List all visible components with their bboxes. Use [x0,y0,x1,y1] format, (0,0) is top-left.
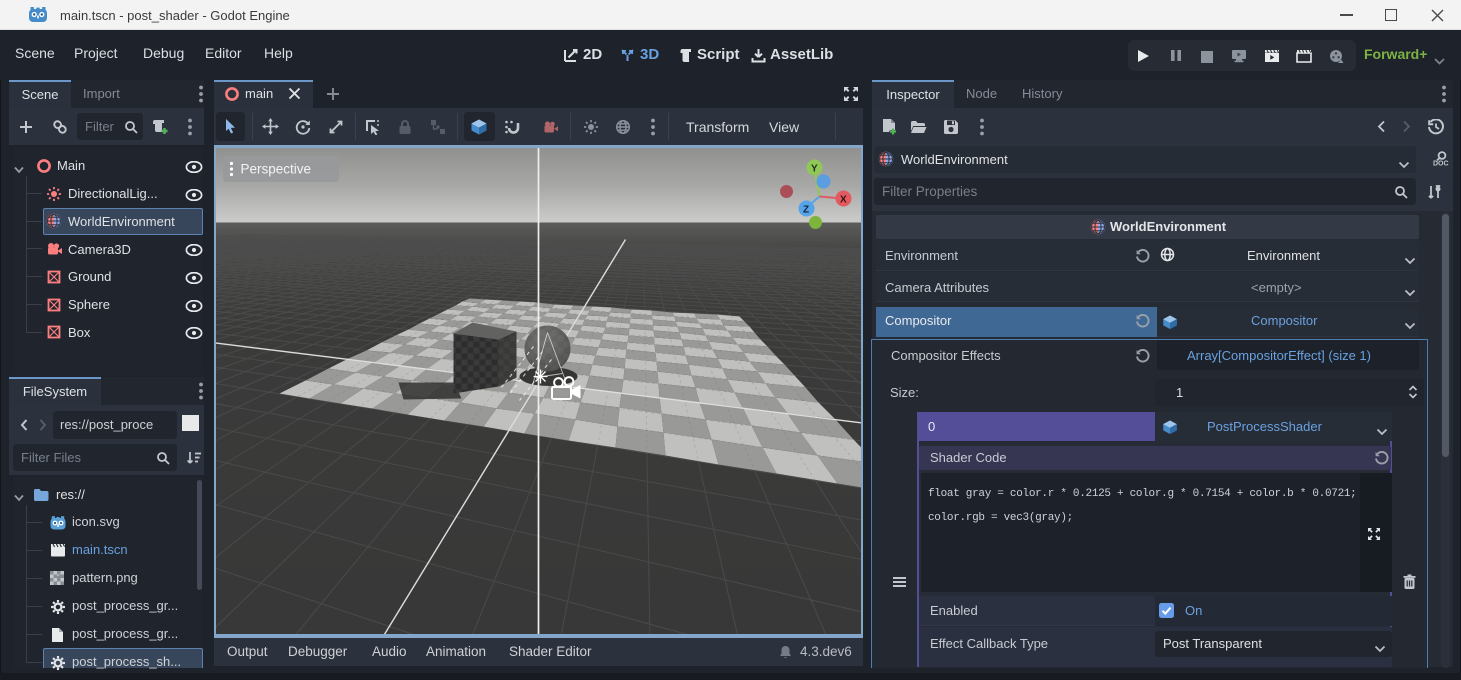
svg-text:Perspective: Perspective [241,162,312,177]
svg-text:DOC: DOC [1433,161,1449,168]
svg-text:Z: Z [803,205,809,216]
svg-text:Y: Y [811,164,818,175]
svg-text:X: X [840,195,847,206]
